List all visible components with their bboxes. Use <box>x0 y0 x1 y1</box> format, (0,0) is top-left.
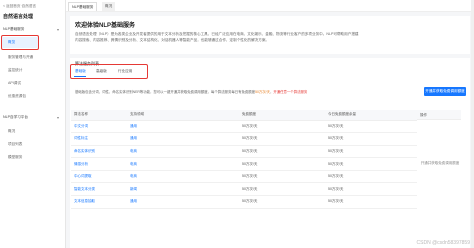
row-domain: 电商 <box>127 157 239 171</box>
col-free: 免费额度 <box>239 110 325 121</box>
row-free: 50万次/天 <box>239 120 325 134</box>
row-domain-link[interactable]: 电商 <box>130 149 137 153</box>
col-domain: 支持领域 <box>127 110 239 121</box>
row-free: 50万次/天 <box>239 170 325 184</box>
table-row: 情感分析 电商 50万次/天 50万次/天 <box>71 157 417 171</box>
operation-activate-link[interactable]: 开通并获取免费调用额度 <box>420 161 460 166</box>
sidebar-group-nlp-self[interactable]: NLP自学习平台 <box>3 115 28 120</box>
services-note-highlight: 开通任意一个算法服务 <box>273 90 308 94</box>
row-domain-link[interactable]: 通用 <box>130 136 137 140</box>
intro-text-2: 内容搜索、内容推荐、舆情识别及分析、文本结构化、对话机器人等智能产品，也能够通过… <box>75 38 270 42</box>
table-row: 中心词提取 电商 50万次/天 50万次/天 <box>71 170 417 184</box>
col-name: 算法名称 <box>71 110 127 121</box>
row-domain-link[interactable]: 电商 <box>130 174 137 178</box>
tab-overview[interactable]: 概况 <box>102 2 116 11</box>
row-domain-link[interactable]: 通用 <box>130 124 137 128</box>
operation-column: 操作 开通并获取免费调用额度 <box>417 110 461 230</box>
highlight-box-sidebar <box>1 35 39 50</box>
watermark: CSDN @csdn58397859 <box>416 240 470 246</box>
services-note-quota: 50万次/天 <box>255 90 270 94</box>
table-row: 命名实体识别 电商 50万次/天 50万次/天 <box>71 145 417 159</box>
row-free: 50万次/天 <box>239 195 325 209</box>
sidebar-item-service-mgmt[interactable]: 服务管理与开通 <box>8 55 33 60</box>
services-note-text: 基础版包含分词、词性、命名实体识别NER等功能，您可以一键开通并获取免费调用额度… <box>75 90 256 94</box>
activate-button[interactable]: 开通并获取免费调用额度 <box>424 87 466 96</box>
row-name[interactable]: 智能文本分类 <box>71 182 127 197</box>
table-row: 中文分词 通用 50万次/天 50万次/天 <box>71 120 417 134</box>
sidebar-group-nlp-basic[interactable]: NLP基础服务 <box>3 27 24 32</box>
sidebar-item-monitor[interactable]: 监控统计 <box>8 68 22 73</box>
service-table: 算法名称 支持领域 免费额度 今日免费额度余量 中文分词 通用 50万次/天 50万次… <box>71 110 417 209</box>
row-name[interactable]: 中心词提取 <box>71 170 127 184</box>
chevron-down-icon: ▾ <box>57 27 60 32</box>
back-link[interactable]: < 返回首页·自然语言 <box>3 4 63 9</box>
row-domain-link[interactable]: 新闻 <box>130 187 137 191</box>
services-note: 基础版包含分词、词性、命名实体识别NER等功能，您可以一键开通并获取免费调用额度… <box>75 90 308 94</box>
row-remaining: 50万次/天 <box>325 120 417 134</box>
table-row: 智能文本分类 新闻 50万次/天 50万次/天 <box>71 182 417 197</box>
row-remaining: 50万次/天 <box>325 132 417 146</box>
row-free: 50万次/天 <box>239 157 325 171</box>
row-remaining: 50万次/天 <box>325 182 417 197</box>
row-name[interactable]: 中文分词 <box>71 120 127 134</box>
row-name[interactable]: 情感分析 <box>71 157 127 171</box>
tab-nlp-basic[interactable]: NLP基础服务 <box>68 2 98 11</box>
tab-bar: NLP基础服务 概况 <box>66 0 474 12</box>
row-name[interactable]: 命名实体识别 <box>71 145 127 159</box>
table-header: 算法名称 支持领域 免费额度 今日免费额度余量 <box>71 110 417 121</box>
row-name[interactable]: 词性标注 <box>71 132 127 146</box>
row-free: 50万次/天 <box>239 132 325 146</box>
row-name[interactable]: 文本信息抽取 <box>71 195 127 209</box>
table-row: 词性标注 通用 50万次/天 50万次/天 <box>71 132 417 146</box>
sidebar-item-discount[interactable]: 优惠资源包 <box>8 94 26 99</box>
row-remaining: 50万次/天 <box>325 157 417 171</box>
row-remaining: 50万次/天 <box>325 145 417 159</box>
chevron-down-icon: ▾ <box>57 115 60 120</box>
sidebar-item-model-service[interactable]: 模型服务 <box>8 155 22 160</box>
row-free: 50万次/天 <box>239 145 325 159</box>
sidebar-item-projects[interactable]: 项目列表 <box>8 142 22 147</box>
sidebar-title: 自然语言处理 <box>3 14 34 20</box>
sidebar-item-summary[interactable]: 概况 <box>8 129 15 134</box>
sidebar-item-api-debug[interactable]: API调试 <box>8 81 21 86</box>
row-domain: 电商 <box>127 145 239 159</box>
row-domain-link[interactable]: 通用 <box>130 199 137 203</box>
row-domain: 通用 <box>127 132 239 146</box>
row-remaining: 50万次/天 <box>325 195 417 209</box>
row-domain-link[interactable]: 电商 <box>130 162 137 166</box>
intro-card: 欢迎体验NLP基础服务 自然语言处理（NLP）是为各类企业及开发者提供的用于文本… <box>70 16 470 54</box>
highlight-box-tabs <box>70 64 148 79</box>
row-domain: 通用 <box>127 195 239 209</box>
table-row: 文本信息抽取 通用 50万次/天 50万次/天 <box>71 195 417 209</box>
col-operation: 操作 <box>417 110 461 120</box>
row-domain: 通用 <box>127 120 239 134</box>
page-title: 欢迎体验NLP基础服务 <box>75 23 136 29</box>
row-remaining: 50万次/天 <box>325 170 417 184</box>
row-domain: 新闻 <box>127 182 239 197</box>
sidebar: < 返回首页·自然语言 自然语言处理 NLP基础服务 ▾ 概览 服务管理与开通 … <box>0 0 66 248</box>
intro-text-1: 自然语言处理（NLP）是为各类企业及开发者提供的用于文本分析及挖掘的核心工具，已… <box>75 32 359 36</box>
row-free: 50万次/天 <box>239 182 325 197</box>
col-remaining: 今日免费额度余量 <box>325 110 417 121</box>
row-domain: 电商 <box>127 170 239 184</box>
